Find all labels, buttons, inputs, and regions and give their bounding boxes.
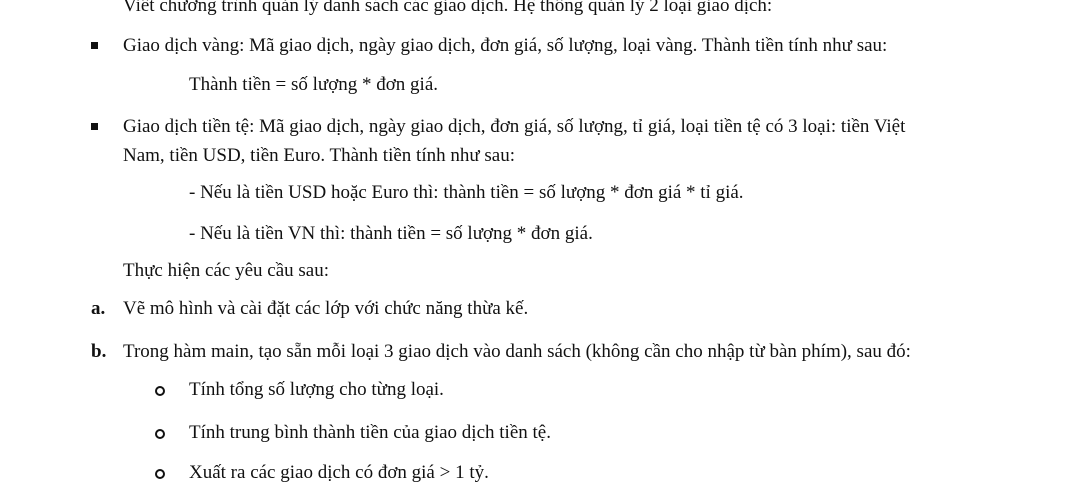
subitem-total-quantity: Tính tổng số lượng cho từng loại.	[189, 379, 444, 400]
square-bullet-icon	[91, 123, 98, 130]
circle-bullet-icon	[155, 386, 165, 396]
list-marker-a: a.	[91, 298, 106, 319]
requirements-heading: Thực hiện các yêu cầu sau:	[123, 260, 330, 281]
requirement-a-text: Vẽ mô hình và cài đặt các lớp với chức n…	[123, 298, 529, 319]
circle-bullet-icon	[155, 469, 165, 479]
currency-transaction-text-line2: Nam, tiền USD, tiền Euro. Thành tiền tín…	[123, 145, 516, 166]
currency-rule-vn: - Nếu là tiền VN thì: thành tiền = số lư…	[189, 223, 593, 244]
list-marker-b: b.	[91, 341, 107, 362]
circle-bullet-icon	[155, 429, 165, 439]
gold-transaction-text: Giao dịch vàng: Mã giao dịch, ngày giao …	[123, 35, 888, 56]
currency-transaction-text-line1: Giao dịch tiền tệ: Mã giao dịch, ngày gi…	[123, 116, 906, 137]
requirement-b-text: Trong hàm main, tạo sẵn mỗi loại 3 giao …	[123, 341, 911, 362]
currency-rule-usd-euro: - Nếu là tiền USD hoặc Euro thì: thành t…	[189, 182, 744, 203]
intro-text: Viết chương trình quản lý danh sách các …	[123, 0, 773, 16]
square-bullet-icon	[91, 42, 98, 49]
gold-formula: Thành tiền = số lượng * đơn giá.	[189, 74, 439, 95]
subitem-price-over-billion: Xuất ra các giao dịch có đơn giá > 1 tỷ.	[189, 462, 489, 483]
subitem-average-currency: Tính trung bình thành tiền của giao dịch…	[189, 422, 551, 443]
